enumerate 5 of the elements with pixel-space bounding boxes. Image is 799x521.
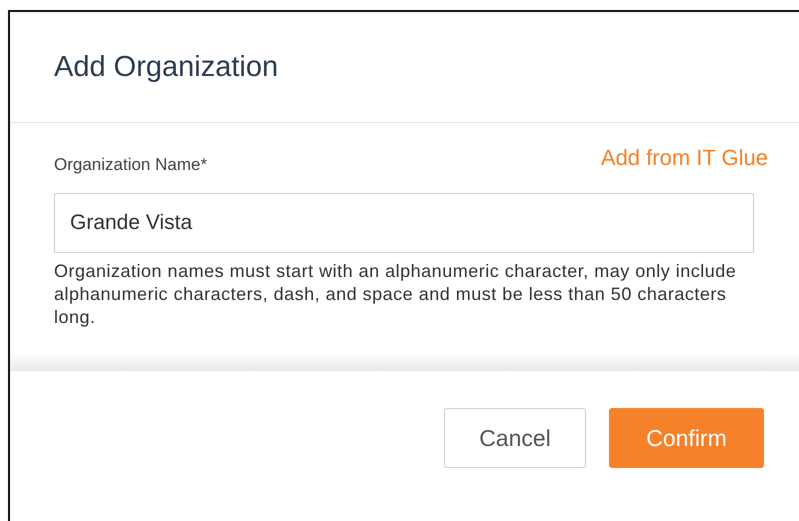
cancel-button[interactable]: Cancel xyxy=(444,408,586,468)
field-label: Organization Name* xyxy=(54,155,208,175)
organization-name-field[interactable]: Grande Vista xyxy=(54,193,754,253)
help-text: Organization names must start with an alphanumeric character, may only include alphanumeric characters, dash, and space and must be less than 50 characters long. xyxy=(54,260,738,329)
dialog-title: Add Organization xyxy=(54,50,278,84)
